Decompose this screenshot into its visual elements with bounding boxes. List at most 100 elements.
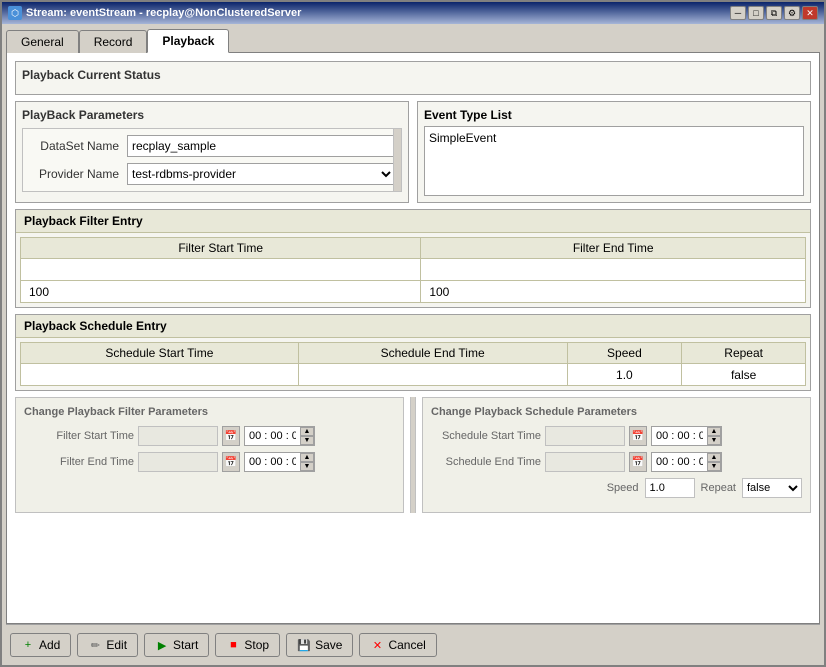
params-inner: DataSet Name Provider Name test-rdbms-pr…: [22, 128, 402, 192]
filter-start-time-input[interactable]: [138, 426, 218, 446]
schedule-end-calendar-btn[interactable]: 📅: [629, 452, 647, 472]
schedule-end-time-input[interactable]: [545, 452, 625, 472]
event-type-item[interactable]: SimpleEvent: [429, 131, 799, 145]
speed-input[interactable]: [645, 478, 695, 498]
tab-record[interactable]: Record: [79, 30, 148, 53]
filter-end-time-row: Filter End Time 📅 ▲ ▼: [24, 452, 395, 472]
filter-start-time-row: Filter Start Time 📅 ▲ ▼: [24, 426, 395, 446]
bottom-params: Change Playback Filter Parameters Filter…: [15, 397, 811, 513]
event-type-section: Event Type List SimpleEvent: [417, 101, 811, 203]
schedule-start-calendar-btn[interactable]: 📅: [629, 426, 647, 446]
maximize-button[interactable]: ⧉: [766, 6, 782, 20]
filter-entry-content: Filter Start Time Filter End Time 100: [16, 233, 810, 307]
change-schedule-title: Change Playback Schedule Parameters: [431, 406, 802, 418]
schedule-entry-section: Playback Schedule Entry Schedule Start T…: [15, 314, 811, 391]
stop-icon: ■: [226, 638, 240, 652]
repeat-select[interactable]: false true: [742, 478, 802, 498]
dataset-name-label: DataSet Name: [29, 139, 119, 153]
filter-end-time-input[interactable]: [138, 452, 218, 472]
filter-end-time-label: Filter End Time: [24, 456, 134, 468]
filter-end-calendar-btn[interactable]: 📅: [222, 452, 240, 472]
stop-button[interactable]: ■ Stop: [215, 633, 280, 657]
schedule-speed-cell: 1.0: [567, 364, 682, 386]
window-icon: ⬡: [8, 6, 22, 20]
schedule-end-time-field[interactable]: [652, 453, 707, 471]
add-button[interactable]: + Add: [10, 633, 71, 657]
save-label: Save: [315, 638, 342, 652]
main-window: ⬡ Stream: eventStream - recplay@NonClust…: [0, 0, 826, 667]
filter-end-spin-down[interactable]: ▼: [300, 462, 314, 471]
schedule-start-time-field[interactable]: [652, 427, 707, 445]
schedule-col4-header: Repeat: [682, 343, 806, 364]
playback-current-status-title: Playback Current Status: [22, 68, 804, 82]
event-type-list: SimpleEvent: [424, 126, 804, 196]
edit-icon: ✏: [88, 638, 102, 652]
schedule-start-cell: [21, 364, 299, 386]
settings-button[interactable]: ⚙: [784, 6, 800, 20]
schedule-col3-header: Speed: [567, 343, 682, 364]
tab-playback[interactable]: Playback: [147, 29, 229, 53]
schedule-start-time-input[interactable]: [545, 426, 625, 446]
tab-general[interactable]: General: [6, 30, 79, 53]
schedule-start-spinners: ▲ ▼: [707, 427, 721, 445]
schedule-start-spin-up[interactable]: ▲: [707, 427, 721, 436]
schedule-end-time-box: ▲ ▼: [651, 452, 722, 472]
window-title: Stream: eventStream - recplay@NonCluster…: [26, 7, 301, 19]
schedule-row-1: 1.0 false: [21, 364, 806, 386]
change-filter-section: Change Playback Filter Parameters Filter…: [15, 397, 404, 513]
repeat-label: Repeat: [701, 482, 736, 494]
filter-start-time-label: Filter Start Time: [24, 430, 134, 442]
stop-label: Stop: [244, 638, 269, 652]
save-icon: 💾: [297, 638, 311, 652]
filter-col2-header: Filter End Time: [421, 238, 806, 259]
speed-label: Speed: [607, 482, 639, 494]
add-label: Add: [39, 638, 60, 652]
provider-name-select[interactable]: test-rdbms-provider: [127, 163, 395, 185]
add-icon: +: [21, 638, 35, 652]
schedule-start-time-label: Schedule Start Time: [431, 430, 541, 442]
close-button[interactable]: ✕: [802, 6, 818, 20]
schedule-repeat-cell: false: [682, 364, 806, 386]
save-button[interactable]: 💾 Save: [286, 633, 353, 657]
filter-start-time-field[interactable]: [245, 427, 300, 445]
dataset-name-input[interactable]: [127, 135, 395, 157]
minimize-button[interactable]: ─: [730, 6, 746, 20]
cancel-button[interactable]: ✕ Cancel: [359, 633, 436, 657]
provider-name-row: Provider Name test-rdbms-provider: [29, 163, 395, 185]
schedule-col1-header: Schedule Start Time: [21, 343, 299, 364]
dataset-name-row: DataSet Name: [29, 135, 395, 157]
change-filter-title: Change Playback Filter Parameters: [24, 406, 395, 418]
edit-button[interactable]: ✏ Edit: [77, 633, 138, 657]
title-bar-buttons: ─ □ ⧉ ⚙ ✕: [730, 6, 818, 20]
filter-end-spin-up[interactable]: ▲: [300, 453, 314, 462]
playback-parameters-section: PlayBack Parameters DataSet Name Provide…: [15, 101, 409, 203]
schedule-start-spin-down[interactable]: ▼: [707, 436, 721, 445]
schedule-end-spin-up[interactable]: ▲: [707, 453, 721, 462]
vertical-divider: [410, 397, 416, 513]
filter-entry-title: Playback Filter Entry: [16, 210, 810, 233]
params-scroll[interactable]: [393, 129, 401, 191]
filter-start-cell: [21, 259, 421, 281]
main-panel: Playback Current Status PlayBack Paramet…: [6, 52, 820, 624]
filter-start-spinners: ▲ ▼: [300, 427, 314, 445]
schedule-start-time-box: ▲ ▼: [651, 426, 722, 446]
filter-entry-section: Playback Filter Entry Filter Start Time …: [15, 209, 811, 308]
filter-end-spinners: ▲ ▼: [300, 453, 314, 471]
schedule-end-spin-down[interactable]: ▼: [707, 462, 721, 471]
filter-end-time-box: ▲ ▼: [244, 452, 315, 472]
filter-row-1: [21, 259, 806, 281]
filter-end-time-field[interactable]: [245, 453, 300, 471]
filter-start-spin-up[interactable]: ▲: [300, 427, 314, 436]
start-button[interactable]: ▶ Start: [144, 633, 209, 657]
filter-end-cell-2: 100: [421, 281, 806, 303]
params-fields: DataSet Name Provider Name test-rdbms-pr…: [22, 128, 402, 192]
schedule-start-time-row: Schedule Start Time 📅 ▲ ▼: [431, 426, 802, 446]
window-content: General Record Playback Playback Current…: [2, 24, 824, 665]
filter-start-calendar-btn[interactable]: 📅: [222, 426, 240, 446]
restore-button[interactable]: □: [748, 6, 764, 20]
schedule-entry-title: Playback Schedule Entry: [16, 315, 810, 338]
filter-start-cell-2: 100: [21, 281, 421, 303]
start-label: Start: [173, 638, 198, 652]
filter-col1-header: Filter Start Time: [21, 238, 421, 259]
filter-start-spin-down[interactable]: ▼: [300, 436, 314, 445]
